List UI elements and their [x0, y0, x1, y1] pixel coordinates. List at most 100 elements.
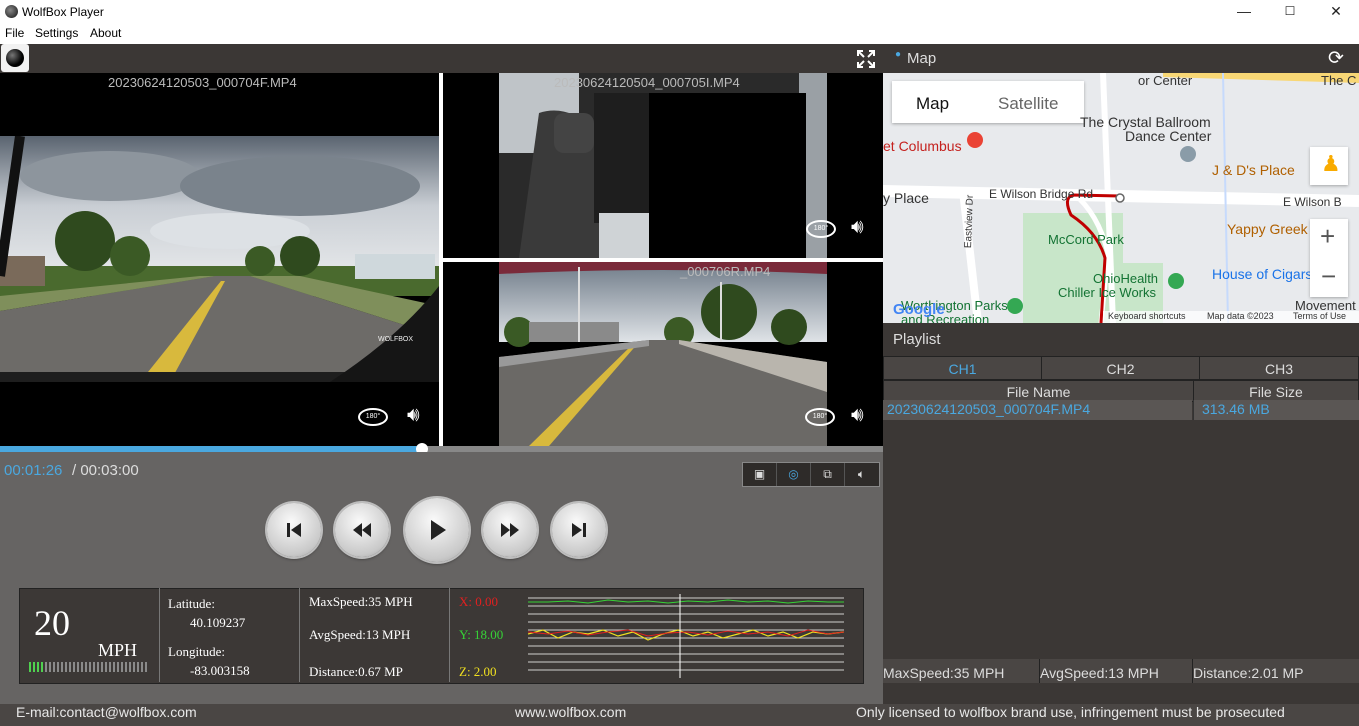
- gsensor-z: Z: 2.00: [459, 664, 497, 679]
- rewind-icon: [353, 523, 371, 537]
- map-label: Dance Center: [1125, 128, 1212, 144]
- camera-icon[interactable]: [1, 44, 29, 72]
- ch3-volume-icon[interactable]: 🔊︎: [851, 404, 864, 427]
- rewind-button[interactable]: [335, 503, 389, 557]
- snapshot-icon[interactable]: ▣: [743, 463, 777, 486]
- map-pin-icon: ●: [895, 49, 902, 60]
- ch3-filename: _000706R.MP4: [680, 264, 771, 279]
- place-marker: [1007, 298, 1023, 314]
- play-icon: [431, 520, 446, 540]
- footer-notice: Only licensed to wolfbox brand use, infr…: [856, 704, 1285, 720]
- trip-max-speed: MaxSpeed:35 MPH: [309, 594, 413, 609]
- keyboard-shortcuts-link[interactable]: Keyboard shortcuts: [1108, 311, 1186, 321]
- pegman-icon: ♟: [1321, 151, 1341, 176]
- tab-ch2[interactable]: CH2: [1041, 356, 1200, 380]
- ch3-rotate-icon[interactable]: 180°: [805, 408, 835, 426]
- map-label: E Wilson Bridge Rd: [989, 187, 1094, 201]
- longitude-value: -83.003158: [190, 663, 250, 678]
- minimize-button[interactable]: —: [1221, 0, 1267, 24]
- footer-email[interactable]: E-mail:contact@wolfbox.com: [16, 704, 197, 720]
- fullscreen-icon[interactable]: [856, 49, 876, 69]
- car-marker: [1115, 193, 1125, 203]
- ch1-filename: 20230624120503_000704F.MP4: [108, 75, 297, 90]
- map-label: Eastview Dr: [963, 194, 976, 249]
- gsensor-graph: [528, 594, 844, 678]
- latitude-value: 40.109237: [190, 615, 246, 630]
- street-view-button[interactable]: ♟: [1310, 147, 1348, 185]
- map-header: ● Map ⟳: [883, 44, 1359, 73]
- footer: E-mail:contact@wolfbox.com www.wolfbox.c…: [0, 704, 1359, 726]
- menu-bar: File Settings About: [0, 24, 1359, 44]
- tab-ch3[interactable]: CH3: [1199, 356, 1359, 380]
- gsensor-y-line: [528, 599, 844, 604]
- volume-icon[interactable]: 🔈︎: [845, 463, 878, 486]
- playlist-row-size[interactable]: 313.46 MB: [1193, 400, 1359, 420]
- map-label: J & D's Place: [1212, 162, 1295, 178]
- rear-camera-view[interactable]: [499, 262, 827, 446]
- map-type-tabs: Map Satellite: [892, 81, 1084, 123]
- skip-forward-icon: [572, 523, 586, 537]
- column-file-size[interactable]: File Size: [1193, 380, 1359, 402]
- menu-settings[interactable]: Settings: [35, 26, 78, 40]
- prev-file-button[interactable]: [267, 503, 321, 557]
- zoom-control: + −: [1310, 219, 1348, 297]
- trip-distance: Distance:0.67 MP: [309, 664, 403, 679]
- video-toolbar: [0, 44, 883, 73]
- map-attribution: Keyboard shortcuts Map data ©2023 Terms …: [1103, 311, 1359, 323]
- map-label: OhioHealth: [1093, 271, 1159, 286]
- close-button[interactable]: ✕: [1313, 0, 1359, 24]
- ch2-rotate-icon[interactable]: 180°: [806, 220, 836, 238]
- place-marker: [1180, 146, 1196, 162]
- title-bar: WolfBox Player — ☐ ✕: [0, 0, 1359, 24]
- ch2-volume-icon[interactable]: 🔊︎: [851, 216, 864, 239]
- map-title: Map: [907, 50, 937, 67]
- google-logo: Google: [893, 301, 945, 318]
- next-file-button[interactable]: [552, 503, 606, 557]
- map-tab[interactable]: Map: [916, 94, 949, 114]
- map-label: The C: [1321, 73, 1357, 88]
- place-marker: [1168, 273, 1184, 289]
- gsensor-x: X: 0.00: [459, 594, 498, 609]
- playlist-row-name[interactable]: 20230624120503_000704F.MP4: [883, 400, 1192, 420]
- tab-ch1[interactable]: CH1: [883, 356, 1042, 380]
- refresh-icon[interactable]: ⟳: [1328, 47, 1344, 70]
- front-camera-view[interactable]: WOLFBOX: [0, 136, 439, 382]
- map-label: y Place: [883, 190, 929, 206]
- column-file-name[interactable]: File Name: [883, 380, 1194, 402]
- gsensor-y: Y: 18.00: [459, 627, 504, 642]
- current-time: 00:01:26: [4, 462, 63, 479]
- footer-website[interactable]: www.wolfbox.com: [515, 704, 626, 720]
- total-time: / 00:03:00: [72, 462, 139, 479]
- zoom-out-button[interactable]: −: [1321, 261, 1336, 292]
- menu-file[interactable]: File: [5, 26, 24, 40]
- map-view[interactable]: Map Satellite or Center The C The Crysta…: [883, 73, 1359, 323]
- window-mode-icon[interactable]: ⧉: [811, 463, 845, 486]
- speed-level-bar: [29, 662, 147, 672]
- play-button[interactable]: [405, 498, 469, 562]
- latitude-label: Latitude:: [168, 596, 215, 611]
- satellite-tab[interactable]: Satellite: [998, 94, 1058, 114]
- map-data-label: Map data ©2023: [1207, 311, 1274, 321]
- ch1-volume-icon[interactable]: 🔊︎: [407, 404, 420, 427]
- terms-link[interactable]: Terms of Use: [1293, 311, 1346, 321]
- window-title: WolfBox Player: [22, 5, 104, 19]
- map-label: McCord Park: [1048, 232, 1124, 247]
- playlist-title: Playlist: [893, 331, 941, 348]
- total-avg-speed: AvgSpeed:13 MPH: [1040, 659, 1193, 683]
- cell-divider: [299, 588, 300, 682]
- map-label: Yappy Greek: [1227, 221, 1308, 237]
- ch2-filename: 20230624120504_000705I.MP4: [554, 75, 740, 90]
- zoom-in-button[interactable]: +: [1320, 221, 1335, 252]
- map-label: et Columbus: [883, 138, 962, 154]
- trip-avg-speed: AvgSpeed:13 MPH: [309, 627, 411, 642]
- fast-forward-button[interactable]: [483, 503, 537, 557]
- locate-icon[interactable]: ◎: [777, 463, 811, 486]
- speed-value: 20: [34, 603, 70, 643]
- speed-level-fill: [29, 662, 43, 672]
- total-distance: Distance:2.01 MP: [1193, 659, 1359, 683]
- ch1-rotate-icon[interactable]: 180°: [358, 408, 388, 426]
- map-label: House of Cigars: [1212, 266, 1313, 282]
- menu-about[interactable]: About: [90, 26, 121, 40]
- maximize-button[interactable]: ☐: [1267, 0, 1313, 24]
- skip-back-icon: [287, 523, 301, 537]
